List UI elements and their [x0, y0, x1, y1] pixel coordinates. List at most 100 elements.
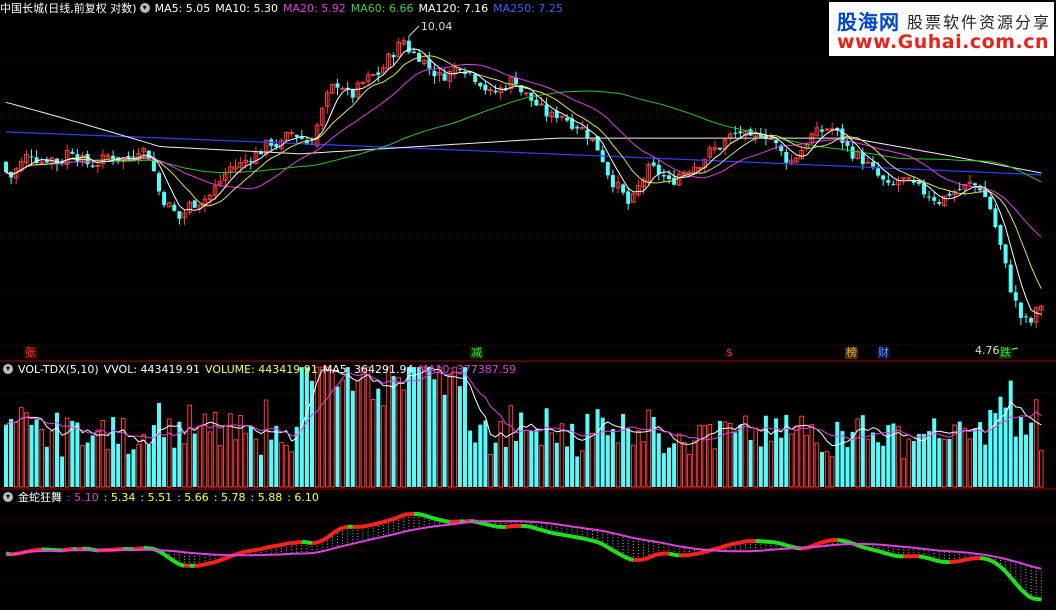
- candle-body: [39, 161, 45, 164]
- indicator-band: [622, 554, 630, 561]
- indicator-band: [867, 546, 874, 552]
- candle-body: [605, 162, 610, 176]
- event-marker-4[interactable]: 财: [877, 347, 890, 359]
- indicator-name[interactable]: 金蛇狂舞: [18, 491, 62, 504]
- indicator-band: [403, 511, 410, 517]
- volume-bar: [814, 442, 820, 488]
- candle-body: [850, 146, 855, 159]
- indicator-band: [836, 537, 843, 543]
- candle-body: [289, 132, 294, 135]
- indicator-band: [647, 553, 655, 560]
- volume-indicator-name[interactable]: VOL-TDX(5,10): [18, 363, 99, 376]
- indicator-band: [877, 549, 884, 555]
- volume-bar: [401, 389, 407, 488]
- volume-bar: [779, 437, 784, 487]
- indicator-band: [556, 531, 563, 537]
- candle-body: [860, 152, 865, 165]
- candle-body: [901, 177, 906, 180]
- volume-bar: [626, 428, 631, 487]
- volume-bar: [473, 442, 478, 487]
- candle-body: [881, 175, 886, 180]
- indicator-band: [653, 552, 660, 558]
- event-marker-3[interactable]: 榜: [845, 347, 858, 359]
- volume-bar: [90, 435, 95, 487]
- candle-body: [738, 131, 743, 134]
- volume-bar: [967, 438, 973, 488]
- candle-body: [478, 82, 483, 87]
- event-marker-1[interactable]: 减: [470, 347, 483, 359]
- volume-bar: [748, 439, 753, 487]
- event-marker-2[interactable]: $: [725, 347, 734, 359]
- indicator-band: [714, 545, 721, 551]
- logo-slogan: 股票软件资源分享: [907, 13, 1052, 32]
- candle-body: [998, 225, 1003, 245]
- volume-bar: [146, 444, 151, 487]
- candle-body: [865, 161, 871, 164]
- candle-body: [70, 151, 75, 154]
- volume-bar: [911, 441, 916, 487]
- candle-body: [876, 168, 881, 176]
- ind-value-6: : 6.10: [287, 491, 319, 504]
- volume-bar: [131, 449, 136, 487]
- volume-bar: [886, 425, 891, 487]
- kline-chart[interactable]: 10.04 4.76: [0, 0, 1056, 610]
- circle-down-icon[interactable]: ▾: [3, 364, 13, 374]
- candle-body: [90, 165, 95, 167]
- volume-bar: [702, 425, 708, 488]
- candle-body: [248, 160, 253, 162]
- event-marker-5[interactable]: 跌: [999, 347, 1012, 359]
- volume-bar: [412, 367, 416, 487]
- candle-body: [916, 181, 921, 184]
- volume-bar: [70, 420, 75, 487]
- volume-bar: [855, 418, 861, 488]
- volume-bar: [85, 442, 90, 487]
- indicator-band: [566, 533, 573, 539]
- ind-value-1: : 5.34: [103, 491, 136, 504]
- candle-body: [1018, 302, 1023, 318]
- candle-body: [483, 84, 488, 91]
- candle-body: [626, 191, 631, 204]
- volume-bar: [141, 434, 146, 488]
- candle-body: [534, 99, 539, 106]
- circle-down-icon[interactable]: ▾: [3, 492, 13, 502]
- indicator-band: [606, 545, 614, 553]
- indicator-band: [433, 516, 440, 522]
- indicator-band: [296, 540, 303, 545]
- volume-bar: [157, 402, 161, 487]
- indicator-band: [219, 556, 227, 563]
- indicator-band: [842, 538, 848, 544]
- event-marker-0[interactable]: 张: [24, 347, 37, 359]
- volume-bar: [1029, 422, 1034, 487]
- volume-bar: [733, 432, 738, 487]
- volume-bar: [835, 421, 840, 487]
- volume-bar: [682, 442, 687, 488]
- volume-bar: [365, 366, 371, 488]
- volume-bar: [24, 412, 29, 488]
- ind-value-3: : 5.66: [177, 491, 209, 504]
- candle-body: [376, 72, 381, 75]
- indicator-band: [265, 544, 272, 550]
- volume-bar: [330, 369, 335, 488]
- volume-bar: [534, 429, 539, 487]
- indicator-band: [372, 521, 379, 527]
- candle-body: [667, 175, 671, 180]
- volume-bar: [9, 419, 14, 487]
- volume-panel-header: ▾ VOL-TDX(5,10) VVOL: 443419.91 VOLUME: 443…: [0, 361, 526, 379]
- volume-bar: [549, 432, 555, 488]
- ind-value-5: : 5.88: [250, 491, 283, 504]
- indicator-band: [199, 562, 206, 568]
- volume-bar: [809, 424, 815, 488]
- volume-bar: [829, 456, 835, 488]
- indicator-band: [959, 557, 966, 564]
- volume-bar: [656, 433, 661, 487]
- candle-body: [937, 202, 942, 204]
- stock-title[interactable]: 中国长城(日线,前复权 对数): [0, 2, 137, 15]
- ind-value-4: : 5.78: [213, 491, 246, 504]
- ma-value-5: MA250: 7.25: [493, 2, 563, 15]
- main-panel-header: 中国长城(日线,前复权 对数) ▾ MA5: 5.05 MA10: 5.30 MA20:…: [0, 0, 573, 18]
- volume-bar: [417, 367, 422, 487]
- volume-bar: [722, 421, 728, 488]
- indicator-band: [729, 541, 736, 547]
- circle-down-icon[interactable]: ▾: [139, 3, 150, 13]
- ma20-line: [5, 63, 1042, 238]
